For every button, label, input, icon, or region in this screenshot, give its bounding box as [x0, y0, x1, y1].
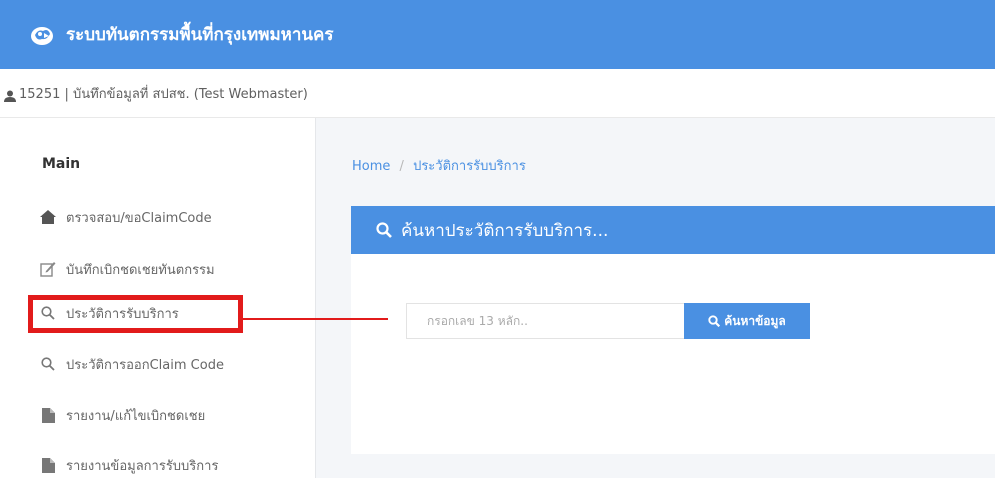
user-info: 15251 | บันทึกข้อมูลที่ สปสช. (Test Webm…	[19, 86, 308, 102]
panel-header: ค้นหาประวัติการรับบริการ...	[351, 206, 995, 254]
sidebar-heading: Main	[42, 156, 81, 172]
sidebar-item-label: บันทึกเบิกชดเชยทันตกรรม	[66, 262, 215, 278]
search-icon	[376, 222, 392, 238]
app-title: ระบบทันตกรรมพื้นที่กรุงเทพมหานคร	[66, 25, 334, 45]
annotation-highlight-box	[28, 295, 243, 333]
sidebar-item-label: รายงาน/แก้ไขเบิกชดเชย	[66, 408, 206, 424]
annotation-connector-line	[243, 318, 388, 320]
home-icon	[40, 209, 56, 225]
search-panel: ค้นหาประวัติการรับบริการ... ค้นหาข้อมูล	[351, 206, 995, 454]
sidebar-item-record-claim[interactable]: บันทึกเบิกชดเชยทันตกรรม	[40, 256, 215, 282]
sidebar-item-service-report[interactable]: รายงานข้อมูลการรับบริการ	[40, 452, 218, 478]
main-content: Home / ประวัติการรับบริการ ค้นหาประวัติก…	[315, 118, 995, 478]
breadcrumb-separator: /	[399, 159, 404, 174]
search-icon	[40, 356, 56, 372]
sidebar-item-check-claimcode[interactable]: ตรวจสอบ/ขอClaimCode	[40, 204, 212, 230]
user-icon	[4, 87, 16, 102]
sidebar-item-label: ประวัติการออกClaim Code	[66, 357, 224, 373]
search-icon	[708, 315, 721, 328]
edit-icon	[40, 261, 56, 277]
panel-title: ค้นหาประวัติการรับบริการ...	[401, 220, 609, 241]
sidebar-item-label: รายงานข้อมูลการรับบริการ	[66, 458, 219, 474]
file-icon	[40, 407, 56, 423]
breadcrumb: Home / ประวัติการรับบริการ	[352, 155, 526, 176]
breadcrumb-home-link[interactable]: Home	[352, 159, 390, 174]
search-button[interactable]: ค้นหาข้อมูล	[684, 303, 810, 339]
sidebar-item-claim-report[interactable]: รายงาน/แก้ไขเบิกชดเชย	[40, 402, 205, 428]
app-header: ระบบทันตกรรมพื้นที่กรุงเทพมหานคร	[0, 0, 995, 69]
sidebar-item-label: ตรวจสอบ/ขอClaimCode	[66, 210, 212, 226]
search-button-label: ค้นหาข้อมูล	[724, 313, 786, 328]
breadcrumb-current: ประวัติการรับบริการ	[413, 159, 526, 174]
citizen-id-input[interactable]	[406, 303, 684, 339]
sidebar-item-claimcode-history[interactable]: ประวัติการออกClaim Code	[40, 351, 224, 377]
brand-logo-icon[interactable]	[30, 24, 54, 46]
file-icon	[40, 457, 56, 473]
user-bar: 15251 | บันทึกข้อมูลที่ สปสช. (Test Webm…	[0, 69, 995, 118]
